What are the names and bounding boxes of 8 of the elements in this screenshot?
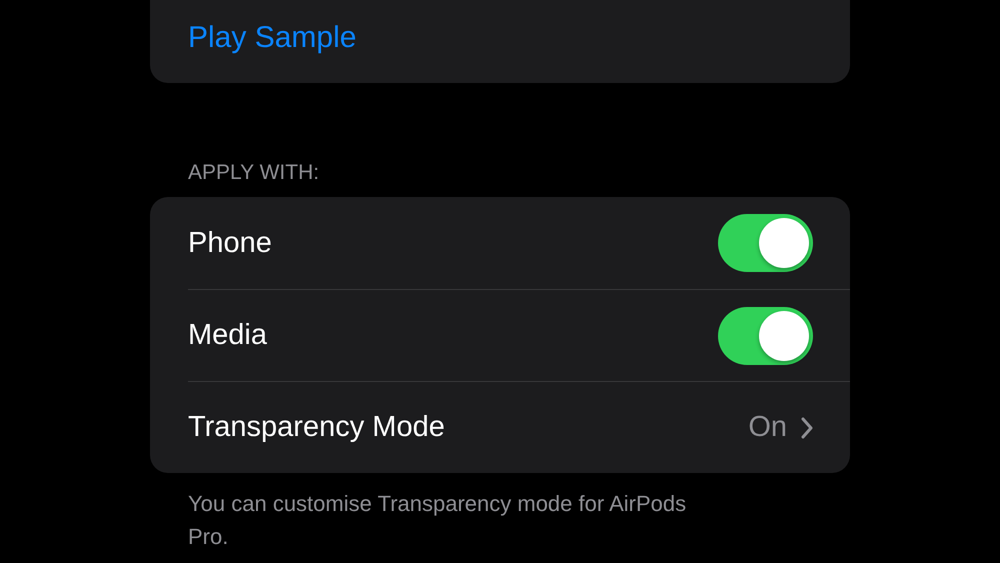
chevron-icon [801,416,813,438]
row-label: Phone [188,226,273,260]
section-header: APPLY WITH: [187,161,320,186]
footer-note: You can customise Transparency mode for AirPods Pro. [187,490,688,551]
row-label: Media [188,319,268,352]
row-value: On [748,411,787,444]
row-label: Transparency Mode [188,411,446,444]
play-sample-link[interactable]: Play Sample [188,20,356,62]
